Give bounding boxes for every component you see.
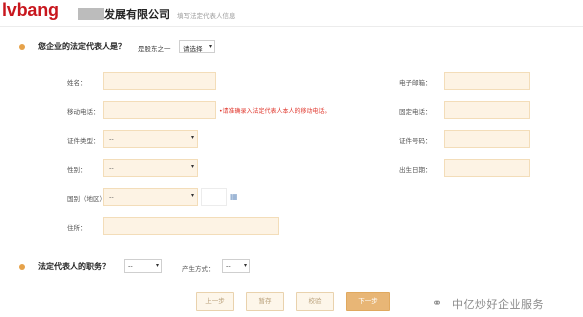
method-select-value: --	[226, 262, 231, 270]
section-question-representative: 您企业的法定代表人是？	[38, 42, 126, 51]
section-bullet-icon	[19, 44, 25, 50]
name-input[interactable]	[103, 72, 216, 90]
mobile-input[interactable]	[103, 101, 216, 119]
representative-select[interactable]: 请选择 ▾	[179, 40, 215, 53]
page-subtitle: 填写法定代表人信息	[177, 12, 236, 20]
chevron-down-icon: ▾	[155, 262, 159, 269]
id-type-select[interactable]: -- ▾	[103, 130, 198, 148]
validate-button[interactable]: 校验	[296, 292, 334, 311]
id-type-label: 证件类型：	[67, 137, 100, 145]
chevron-down-icon: ▾	[208, 43, 212, 50]
landline-label: 固定电话：	[399, 108, 432, 116]
chevron-down-icon: ▾	[243, 262, 247, 269]
footer-watermark: 中亿炒好企业服务	[452, 298, 544, 311]
next-step-button[interactable]: 下一步	[346, 292, 390, 311]
header-divider	[0, 26, 583, 27]
address-input[interactable]	[103, 217, 279, 235]
position-select-value: --	[128, 262, 133, 270]
wechat-icon: ⚭	[432, 296, 443, 310]
redacted-block	[78, 8, 104, 20]
email-input[interactable]	[444, 72, 530, 90]
shareholder-note: 是股东之一	[138, 45, 171, 53]
save-draft-button[interactable]: 暂存	[246, 292, 284, 311]
prev-step-button[interactable]: 上一步	[196, 292, 234, 311]
chevron-down-icon: ▾	[190, 192, 194, 199]
company-name: 发展有限公司	[104, 8, 170, 21]
landline-input[interactable]	[444, 101, 530, 119]
chevron-down-icon: ▾	[190, 163, 194, 170]
method-label: 产生方式：	[182, 265, 215, 273]
mobile-label: 移动电话：	[67, 108, 100, 116]
country-select[interactable]: -- ▾	[103, 188, 198, 206]
email-label: 电子邮箱：	[399, 79, 432, 87]
birthdate-input[interactable]	[444, 159, 530, 177]
gender-label: 性别：	[67, 166, 87, 174]
country-value: --	[109, 193, 114, 201]
id-number-label: 证件号码：	[399, 137, 432, 145]
address-label: 住所：	[67, 224, 87, 232]
gender-value: --	[109, 164, 114, 172]
id-type-value: --	[109, 135, 114, 143]
date-picker-box[interactable]: ▦	[201, 188, 238, 206]
method-select[interactable]: -- ▾	[222, 259, 250, 273]
calendar-icon[interactable]: ▦	[230, 192, 238, 201]
mobile-error-message: •请准确录入法定代表人本人的移动电话。	[219, 108, 331, 115]
birthdate-label: 出生日期：	[399, 166, 432, 174]
watermark-logo: lvbang	[2, 0, 59, 20]
chevron-down-icon: ▾	[190, 134, 194, 141]
section-question-position: 法定代表人的职务？	[38, 262, 110, 271]
section-bullet-icon	[19, 264, 25, 270]
position-select[interactable]: -- ▾	[124, 259, 162, 273]
gender-select[interactable]: -- ▾	[103, 159, 198, 177]
name-label: 姓名：	[67, 79, 87, 87]
representative-select-value: 请选择	[183, 45, 203, 53]
id-number-input[interactable]	[444, 130, 530, 148]
